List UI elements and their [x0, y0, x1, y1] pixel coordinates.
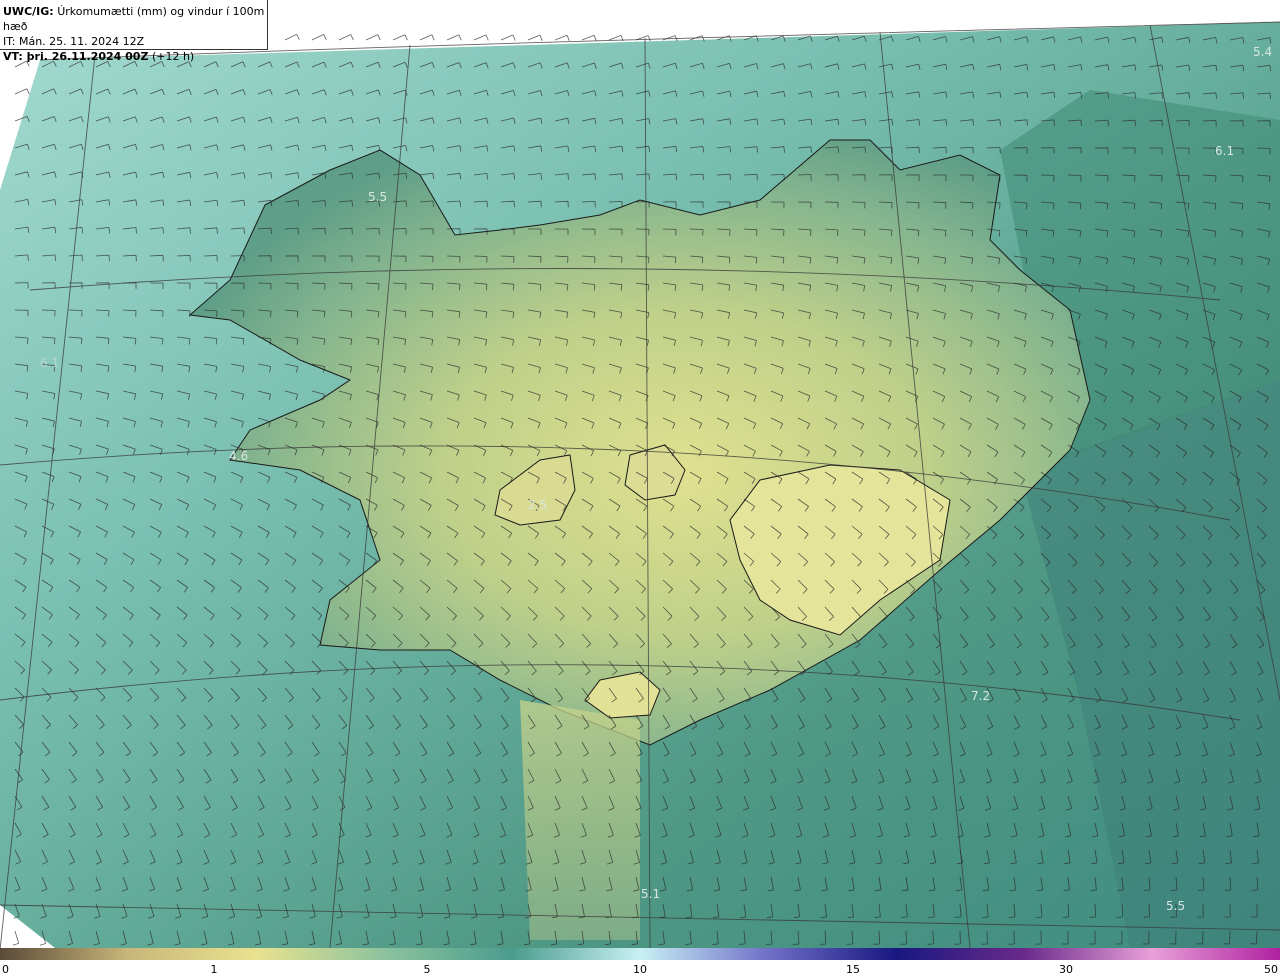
valid-time: VT: þri. 26.11.2024 00Z	[3, 50, 149, 63]
map-value: 5.5	[1166, 899, 1185, 913]
map-value: 5.4	[1253, 45, 1272, 59]
colorbar-tick: 0	[2, 963, 9, 976]
map-value: 4.6	[229, 449, 248, 463]
map-header: UWC/IG: Úrkomumætti (mm) og vindur í 100…	[0, 0, 268, 63]
map-value: 5.1	[641, 887, 660, 901]
init-time: IT: Mán. 25. 11. 2024 12Z	[3, 35, 145, 48]
weather-map: 5.4 6.1 5.5 6.1 4.6 2.5 7.2 5.1 5.5	[0, 0, 1280, 948]
title-line: UWC/IG: Úrkomumætti (mm) og vindur í 100…	[3, 4, 267, 34]
valid-line: VT: þri. 26.11.2024 00Z (+12 h)	[3, 49, 267, 64]
colorbar-tick: 1	[210, 963, 218, 976]
colorbar-tick: 15	[846, 963, 860, 976]
colorbar-tick: 30	[1059, 963, 1073, 976]
map-value: 5.5	[368, 190, 387, 204]
colorbar-tick: 50	[1264, 963, 1278, 976]
colorbar: 0 1 5 10 15 30 50	[0, 948, 1280, 978]
model-name: UWC/IG:	[3, 5, 54, 18]
map-value: 2.5	[528, 498, 547, 512]
forecast-offset: (+12 h)	[151, 50, 195, 63]
map-value: 6.1	[40, 356, 59, 370]
colorbar-tick: 5	[423, 963, 431, 976]
colorbar-strip	[0, 948, 1280, 960]
map-value: 7.2	[971, 689, 990, 703]
map-value: 6.1	[1215, 144, 1234, 158]
colorbar-tick: 10	[633, 963, 647, 976]
